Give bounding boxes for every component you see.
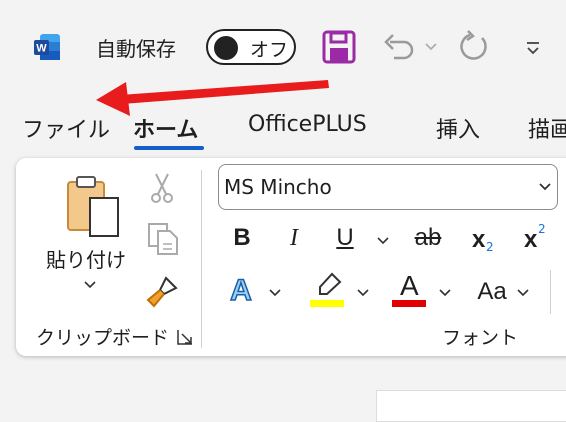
underline-button[interactable]: U [333, 226, 357, 250]
font-group-label: フォント [442, 327, 519, 349]
chevron-down-icon[interactable] [268, 288, 282, 298]
subscript-mark: 2 [486, 240, 494, 254]
superscript-button[interactable]: x 2 [524, 222, 554, 256]
superscript-x: x [524, 226, 538, 253]
subscript-button[interactable]: x 2 [470, 226, 500, 256]
paste-icon [67, 176, 119, 237]
font-name-value: MS Mincho [224, 175, 332, 199]
strikethrough-button[interactable]: ab [410, 226, 446, 250]
font-color-swatch [392, 300, 426, 307]
paste-button[interactable]: 貼り付け [40, 172, 140, 300]
copy-icon[interactable] [146, 222, 180, 256]
chevron-down-icon[interactable] [516, 288, 530, 298]
annotation-arrow [96, 80, 329, 116]
font-divider [550, 270, 551, 314]
highlighter-icon [319, 272, 342, 295]
font-name-select[interactable]: MS Mincho [218, 164, 558, 210]
chevron-down-icon[interactable] [376, 236, 390, 246]
superscript-mark: 2 [538, 222, 546, 236]
font-color-letter: A [400, 270, 419, 301]
text-effects-button[interactable]: A [224, 275, 258, 307]
chevron-down-icon [539, 183, 551, 191]
dialog-launcher-icon[interactable] [176, 328, 194, 346]
italic-button[interactable]: I [282, 226, 306, 250]
highlight-color-button[interactable] [310, 272, 344, 310]
chevron-down-icon[interactable] [356, 288, 370, 298]
clipboard-group-label: クリップボード [36, 327, 170, 349]
paste-label: 貼り付け [46, 248, 126, 272]
document-page[interactable] [376, 390, 566, 422]
subscript-x: x [472, 226, 486, 253]
group-divider [201, 170, 202, 348]
chevron-down-icon [84, 281, 96, 289]
chevron-down-icon[interactable] [438, 288, 452, 298]
cut-icon[interactable] [148, 172, 176, 204]
bold-button[interactable]: B [230, 226, 254, 250]
highlight-swatch [310, 300, 344, 307]
font-color-button[interactable]: A [392, 270, 426, 310]
format-painter-icon[interactable] [144, 274, 180, 308]
change-case-button[interactable]: Aa [472, 280, 512, 304]
